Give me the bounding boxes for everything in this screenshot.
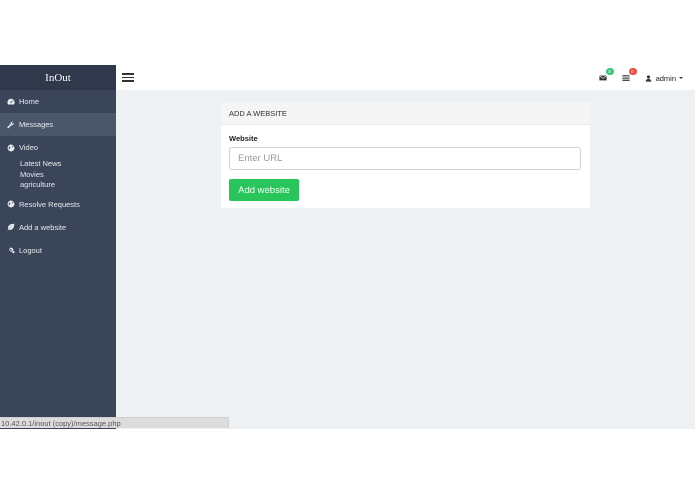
submenu-item-agriculture[interactable]: agriculture (20, 180, 116, 191)
tasks-badge: 0 (628, 68, 637, 75)
top-right-controls: 0 0 admin (585, 68, 683, 85)
brand-logo[interactable]: InOut (0, 65, 116, 90)
website-url-input[interactable]: Enter URL (229, 147, 581, 170)
sidebar-item-label: Add a website (19, 222, 67, 232)
sidebar-item-add-website[interactable]: Add a website (0, 216, 116, 239)
dashboard-icon (6, 97, 15, 106)
add-website-button[interactable]: Add website (229, 179, 299, 201)
sidebar-item-video[interactable]: Video (0, 136, 116, 159)
video-subnav: Latest News Movies agriculture (0, 159, 116, 193)
user-icon (645, 74, 651, 82)
video-submenu: Latest News Movies agriculture (0, 159, 116, 193)
status-bar-url: 10.42.0.1/inout (copy)/message.php (0, 417, 229, 428)
sidebar-item-label: Messages (19, 120, 54, 129)
sidebar-item-messages[interactable]: Messages (0, 113, 116, 136)
submenu-item-latest-news[interactable]: Latest News (20, 159, 116, 170)
leaf-icon (6, 223, 15, 232)
envelope-icon (598, 75, 607, 81)
sidebar: InOut Home Messages Video Latest News Mo… (0, 65, 116, 429)
sidebar-item-resolve-requests[interactable]: Resolve Requests (0, 193, 116, 216)
sidebar-item-home[interactable]: Home (0, 90, 116, 113)
sidebar-item-logout[interactable]: Logout (0, 239, 116, 262)
sidebar-item-label: Home (19, 97, 40, 106)
list-icon (621, 75, 630, 81)
app-shell: InOut Home Messages Video Latest News Mo… (0, 65, 695, 429)
submenu-item-movies[interactable]: Movies (20, 170, 116, 181)
gears-icon (6, 246, 15, 255)
sidebar-nav: Home Messages Video Latest News Movies a… (0, 90, 116, 262)
user-name: admin (655, 73, 676, 83)
sidebar-item-label: Resolve Requests (19, 199, 80, 209)
add-website-panel: ADD A WEBSITE Website Enter URL Add webs… (221, 102, 590, 208)
messages-dropdown[interactable]: 0 (598, 68, 614, 83)
sidebar-item-label: Video (19, 143, 39, 152)
sidebar-item-label: Logout (19, 245, 42, 255)
globe-icon (6, 200, 15, 209)
panel-heading: ADD A WEBSITE (221, 102, 590, 125)
wrench-icon (6, 120, 15, 129)
messages-badge: 0 (605, 68, 614, 75)
tasks-dropdown[interactable]: 0 (621, 68, 637, 83)
hamburger-menu-icon[interactable] (122, 73, 134, 82)
caret-down-icon (679, 77, 683, 79)
globe-icon (6, 143, 15, 152)
website-label: Website (229, 134, 258, 143)
panel-body: Website Enter URL Add website (221, 125, 590, 209)
user-menu[interactable]: admin (645, 74, 683, 83)
top-navbar: 0 0 admin (116, 65, 695, 90)
